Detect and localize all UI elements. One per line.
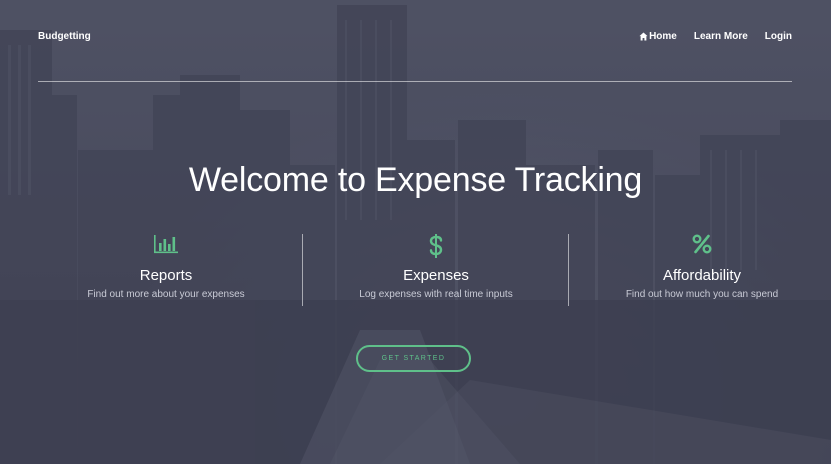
feature-affordability-description: Find out how much you can spend bbox=[625, 289, 779, 300]
dark-overlay bbox=[0, 0, 831, 464]
dollar-icon bbox=[305, 234, 567, 262]
brand-logo[interactable]: Budgetting bbox=[38, 31, 91, 42]
home-icon bbox=[639, 32, 648, 41]
feature-reports-description: Find out more about your expenses bbox=[87, 289, 245, 300]
nav-home-link[interactable]: Home bbox=[639, 31, 677, 42]
percent-icon bbox=[571, 234, 831, 262]
features-row: Reports Find out more about your expense… bbox=[35, 234, 801, 306]
feature-expenses-description: Log expenses with real time inputs bbox=[359, 289, 513, 300]
feature-expenses-title: Expenses bbox=[403, 267, 469, 284]
feature-divider bbox=[568, 234, 569, 306]
nav-learn-more-link[interactable]: Learn More bbox=[694, 31, 748, 42]
bar-chart-icon bbox=[35, 234, 297, 262]
get-started-button[interactable]: GET STARTED bbox=[356, 345, 471, 372]
top-navigation: Home Learn More Login bbox=[639, 31, 792, 42]
header-divider bbox=[38, 81, 792, 82]
feature-expenses: Expenses Log expenses with real time inp… bbox=[305, 234, 567, 300]
feature-affordability: Affordability Find out how much you can … bbox=[571, 234, 831, 300]
feature-divider bbox=[302, 234, 303, 306]
hero-title: Welcome to Expense Tracking bbox=[188, 161, 643, 199]
feature-affordability-title: Affordability bbox=[662, 267, 742, 284]
feature-reports-title: Reports bbox=[139, 267, 193, 284]
nav-login-link[interactable]: Login bbox=[765, 31, 792, 42]
nav-home-label: Home bbox=[649, 31, 677, 42]
feature-reports: Reports Find out more about your expense… bbox=[35, 234, 297, 300]
